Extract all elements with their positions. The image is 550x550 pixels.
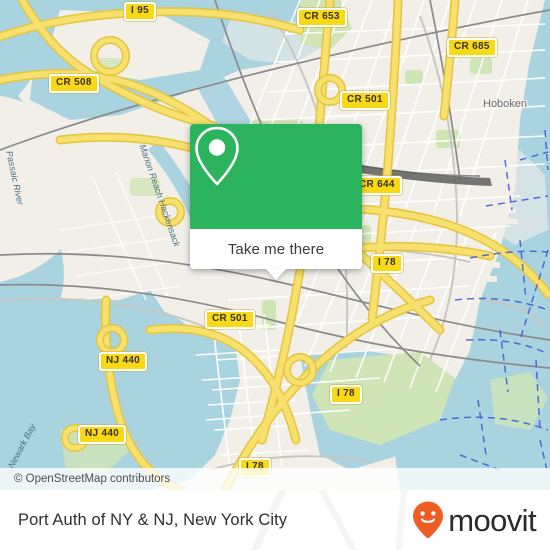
route-shield: CR 508 bbox=[49, 74, 99, 93]
moovit-brand[interactable]: moovit bbox=[411, 500, 550, 540]
route-shield: CR 685 bbox=[447, 38, 497, 57]
moovit-wordmark: moovit bbox=[448, 502, 536, 538]
osm-attribution-text[interactable]: © OpenStreetMap contributors bbox=[0, 473, 170, 485]
station-popup[interactable]: Take me there bbox=[190, 124, 362, 280]
route-shield: CR 501 bbox=[205, 310, 255, 329]
popup-header bbox=[190, 124, 362, 229]
map-attribution-bar: © OpenStreetMap contributors bbox=[0, 468, 550, 490]
route-shield: NJ 440 bbox=[78, 425, 127, 444]
popup-tail-pointer bbox=[266, 269, 286, 280]
route-shield: I 95 bbox=[124, 2, 156, 21]
footer-bar: Port Auth of NY & NJ, New York City moov… bbox=[0, 490, 550, 550]
popup-footer[interactable]: Take me there bbox=[190, 229, 362, 280]
route-shield: CR 653 bbox=[297, 8, 347, 27]
route-shield: I 78 bbox=[371, 254, 403, 273]
moovit-pin-smiley-icon bbox=[413, 501, 444, 539]
station-title: Port Auth of NY & NJ, New York City bbox=[18, 510, 288, 529]
map-pin-icon bbox=[195, 126, 239, 186]
place-label-hoboken: Hoboken bbox=[483, 98, 528, 110]
moovit-station-map-screenshot: Passaic River Marion Reach Hackensack Ne… bbox=[0, 0, 550, 550]
route-shield: NJ 440 bbox=[99, 352, 148, 371]
map-canvas[interactable]: Passaic River Marion Reach Hackensack Ne… bbox=[0, 0, 550, 490]
take-me-there-label: Take me there bbox=[227, 240, 325, 258]
route-shield: CR 501 bbox=[340, 91, 390, 110]
route-shield: I 78 bbox=[330, 385, 362, 404]
